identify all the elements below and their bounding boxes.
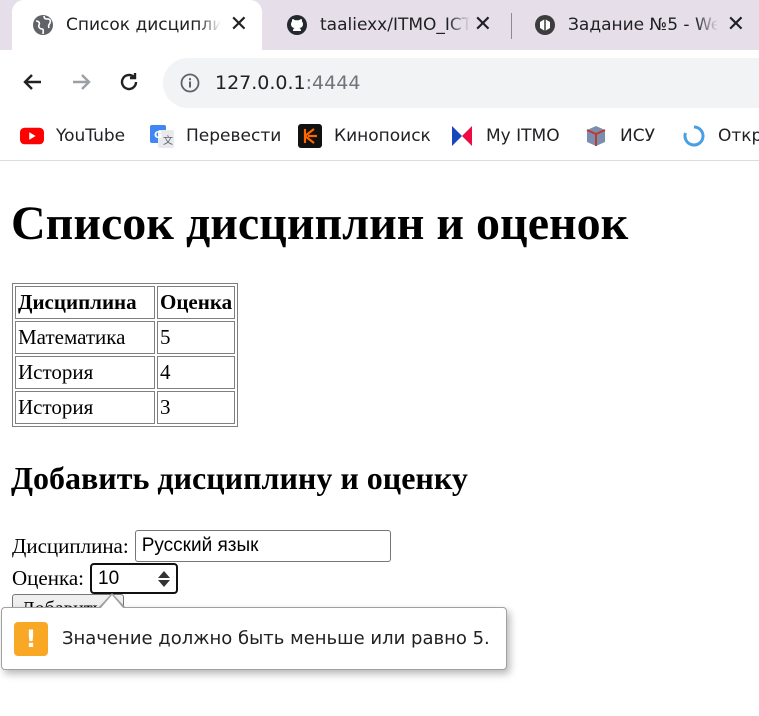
tab-github[interactable]: taaliexx/ITMO_ICT_WebDevelopment ✕: [266, 0, 506, 50]
table-row: История 3: [15, 391, 236, 424]
arrow-left-icon: [23, 74, 41, 90]
grade-cell: 5: [157, 321, 236, 354]
spin-up-icon[interactable]: [158, 570, 171, 578]
bookmark-label: My ITMO: [486, 126, 560, 146]
discipline-cell: История: [15, 356, 155, 389]
bookmark-my-itmo[interactable]: My ITMO: [450, 123, 560, 149]
globe-icon: [32, 14, 54, 36]
url-port: :4444: [305, 72, 361, 94]
bookmark-label: YouTube: [56, 126, 126, 146]
tab-title: Задание №5 - Web: [568, 15, 718, 35]
bookmarks-bar: YouTube G文 Перевести Кинопоиск My ITMO И…: [0, 113, 759, 161]
column-header: Оценка: [157, 286, 236, 319]
close-tab-icon[interactable]: ✕: [474, 14, 492, 36]
arrow-right-icon: [73, 74, 91, 90]
notion-icon: [534, 14, 556, 36]
close-tab-icon[interactable]: ✕: [727, 14, 745, 36]
discipline-input[interactable]: [134, 530, 391, 562]
validation-message: Значение должно быть меньше или равно 5.: [62, 628, 490, 649]
github-icon: [286, 14, 308, 36]
bookmark-translate[interactable]: G文 Перевести: [150, 123, 281, 149]
back-button[interactable]: [16, 65, 50, 99]
discipline-row: Дисциплина:: [12, 530, 391, 562]
grades-table: Дисциплина Оценка Математика 5 История 4…: [12, 283, 239, 427]
spin-down-icon[interactable]: [158, 579, 171, 587]
bookmark-loader[interactable]: Откр: [682, 123, 759, 149]
table-row: История 4: [15, 356, 236, 389]
tab-notion[interactable]: Задание №5 - Web ✕: [514, 0, 759, 50]
bookmark-isu[interactable]: ИСУ: [584, 123, 655, 149]
svg-text:G: G: [154, 130, 162, 141]
tab-active[interactable]: Список дисциплин и оценок ✕: [12, 0, 262, 50]
info-icon[interactable]: [179, 72, 201, 94]
reload-icon: [120, 73, 138, 91]
warning-icon: !: [14, 621, 48, 656]
tab-divider: [511, 13, 512, 39]
spinner-icon[interactable]: [158, 570, 171, 587]
table-header-row: Дисциплина Оценка: [15, 286, 236, 319]
grade-cell: 4: [157, 356, 236, 389]
table-row: Математика 5: [15, 321, 236, 354]
youtube-icon: [20, 124, 44, 148]
reload-button[interactable]: [112, 65, 146, 99]
bookmark-youtube[interactable]: YouTube: [20, 123, 125, 149]
form-heading: Добавить дисциплину и оценку: [11, 460, 468, 496]
tab-title: Список дисциплин и оценок: [66, 15, 221, 35]
bookmark-label: Перевести: [186, 126, 282, 146]
url-host: 127.0.0.1: [215, 72, 306, 94]
forward-button[interactable]: [64, 65, 98, 99]
svg-text:文: 文: [163, 134, 173, 147]
grade-label: Оценка:: [12, 566, 85, 590]
discipline-cell: Математика: [15, 321, 155, 354]
bookmark-label: Кинопоиск: [334, 126, 431, 146]
bookmark-kinopoisk[interactable]: Кинопоиск: [298, 123, 431, 149]
grade-cell: 3: [157, 391, 236, 424]
column-header: Дисциплина: [15, 286, 155, 319]
url-text: 127.0.0.1:4444: [215, 72, 360, 94]
tab-strip: Список дисциплин и оценок ✕ taaliexx/ITM…: [0, 0, 759, 50]
bookmark-label: ИСУ: [620, 126, 655, 146]
grade-input[interactable]: 10: [90, 563, 179, 594]
bookmark-label: Откр: [718, 126, 759, 146]
address-bar[interactable]: 127.0.0.1:4444: [163, 58, 759, 108]
itmo-icon: [450, 124, 474, 148]
loader-icon: [682, 124, 706, 148]
validation-tooltip: ! Значение должно быть меньше или равно …: [1, 607, 507, 670]
isu-icon: [584, 124, 608, 148]
page-title: Список дисциплин и оценок: [11, 197, 629, 250]
grade-row: Оценка: 10: [12, 563, 179, 594]
grade-input-value: 10: [98, 567, 120, 589]
kinopoisk-icon: [298, 124, 322, 148]
discipline-label: Дисциплина:: [12, 533, 129, 558]
close-tab-icon[interactable]: ✕: [230, 14, 248, 36]
tooltip-arrow-fill: [100, 595, 124, 609]
discipline-cell: История: [15, 391, 155, 424]
tab-title: taaliexx/ITMO_ICT_WebDevelopment: [320, 15, 470, 35]
translate-icon: G文: [150, 124, 174, 148]
